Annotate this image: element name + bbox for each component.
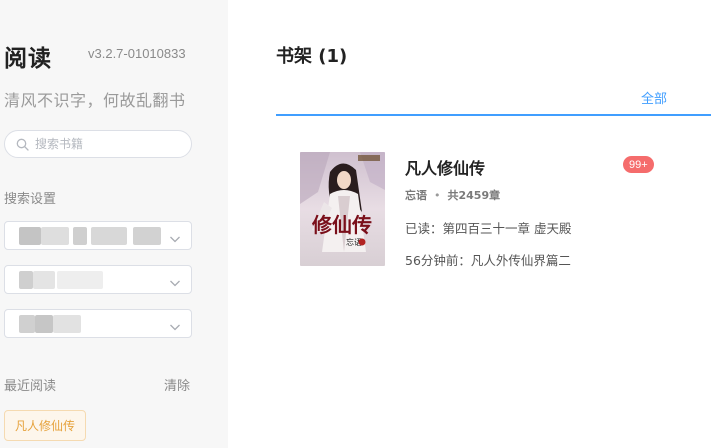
search-box[interactable] — [4, 130, 192, 158]
tab-all[interactable]: 全部 — [641, 88, 667, 107]
obscured-value — [133, 227, 161, 245]
unread-badge: 99+ — [622, 155, 655, 174]
search-settings-label: 搜索设置 — [4, 192, 57, 207]
chevron-down-icon — [169, 230, 181, 243]
obscured-value — [19, 271, 33, 289]
app-title: 阅读 — [4, 46, 52, 72]
recent-book-chip[interactable]: 凡人修仙传 — [4, 410, 87, 441]
obscured-value — [53, 315, 81, 333]
search-icon — [15, 137, 29, 151]
obscured-value — [41, 227, 69, 245]
chevron-down-icon — [169, 274, 181, 287]
obscured-value — [19, 315, 35, 333]
app-version: v3.2.7-01010833 — [88, 46, 186, 61]
obscured-value — [19, 227, 41, 245]
clear-recent-button[interactable]: 清除 — [164, 375, 190, 394]
search-settings-select-3[interactable] — [4, 309, 192, 338]
search-settings-select-1[interactable] — [4, 221, 192, 250]
obscured-value — [91, 227, 127, 245]
sidebar: 阅读 v3.2.7-01010833 清风不识字，何故乱翻书 搜索设置 — [0, 0, 228, 448]
book-card[interactable]: 修仙传 忘语 凡人修仙传 99+ 忘语 • 共2459章 已读：第四百三十一章 … — [300, 152, 660, 268]
book-meta: 忘语 • 共2459章 — [405, 187, 500, 203]
obscured-value — [57, 271, 103, 289]
bookshelf-title: 书架 (1) — [276, 46, 348, 67]
chapter-count: 共2459章 — [447, 189, 501, 202]
book-author: 忘语 — [405, 189, 427, 202]
obscured-value — [35, 315, 53, 333]
app-tagline: 清风不识字，何故乱翻书 — [4, 91, 186, 110]
book-title[interactable]: 凡人修仙传 — [405, 155, 485, 179]
book-cover[interactable]: 修仙传 忘语 — [300, 152, 385, 266]
tab-underline — [276, 114, 711, 116]
last-read-chapter: 已读：第四百三十一章 虚天殿 — [405, 221, 572, 236]
obscured-value — [73, 227, 87, 245]
search-input[interactable] — [35, 137, 185, 151]
recent-reading-label: 最近阅读 — [4, 379, 57, 394]
latest-chapter: 56分钟前：凡人外传仙界篇二 — [405, 253, 571, 268]
separator-dot: • — [434, 188, 441, 202]
obscured-value — [33, 271, 55, 289]
svg-text:修仙传: 修仙传 — [311, 213, 372, 237]
chevron-down-icon — [169, 318, 181, 331]
search-settings-select-2[interactable] — [4, 265, 192, 294]
